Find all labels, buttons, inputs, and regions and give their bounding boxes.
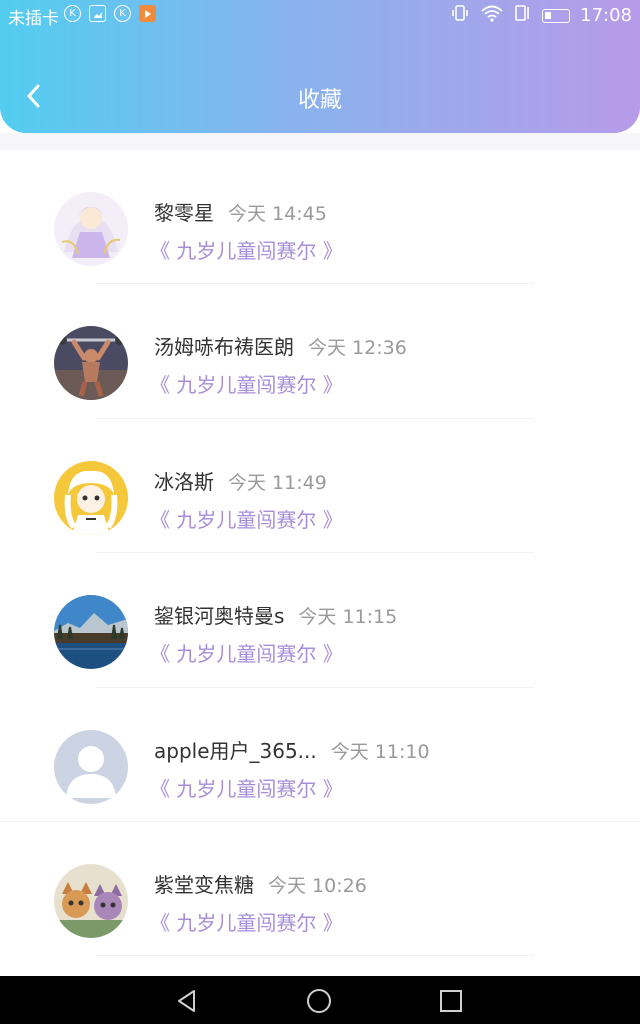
username: 鋆银河奥特曼s 今天 11:15 <box>154 600 397 629</box>
play-badge-icon <box>139 5 156 22</box>
username: 冰洛斯 今天 11:49 <box>154 466 327 495</box>
image-icon <box>89 5 106 22</box>
list-item[interactable]: 汤姆哧布祷医朗 今天 12:36 《 九岁儿童闯赛尔 》 <box>0 284 640 419</box>
favorited-title-link[interactable]: 《 九岁儿童闯赛尔 》 <box>150 638 343 667</box>
avatar[interactable] <box>54 595 128 670</box>
system-nav-bar <box>0 976 640 1024</box>
carrier-label: 未插卡 <box>8 9 59 29</box>
k-circle-icon: K <box>114 5 131 22</box>
username-text: 汤姆哧布祷医朗 <box>154 335 294 360</box>
avatar[interactable] <box>54 326 128 401</box>
username-text: 冰洛斯 <box>154 469 214 494</box>
list-item[interactable]: 鋆银河奥特曼s 今天 11:15 《 九岁儿童闯赛尔 》 <box>0 553 640 688</box>
nav-back-button[interactable] <box>170 984 204 1018</box>
username-text: 黎零星 <box>154 201 214 225</box>
username: 黎零星 今天 14:45 <box>154 197 327 226</box>
username: 汤姆哧布祷医朗 今天 12:36 <box>154 331 407 360</box>
timestamp: 今天 14:45 <box>228 203 327 225</box>
status-right-icons: 17:08 <box>450 3 632 28</box>
favorites-list: 黎零星 今天 14:45 《 九岁儿童闯赛尔 》 汤姆哧布祷医朗 今天 12:36 … <box>0 150 640 957</box>
recents-square-icon <box>440 990 462 1012</box>
username-text: apple用户_365... <box>154 738 317 763</box>
list-item[interactable]: 黎零星 今天 14:45 《 九岁儿童闯赛尔 》 <box>0 150 640 285</box>
nav-home-button[interactable] <box>302 984 336 1018</box>
username: 紫堂变焦糖 今天 10:26 <box>154 869 367 898</box>
favorited-title-link[interactable]: 《 九岁儿童闯赛尔 》 <box>150 907 343 936</box>
avatar[interactable] <box>54 460 128 535</box>
back-triangle-icon <box>178 990 195 1012</box>
data-transfer-icon <box>514 3 532 28</box>
list-item[interactable]: apple用户_365... 今天 11:10 《 九岁儿童闯赛尔 》 <box>0 688 640 822</box>
page-title: 收藏 <box>297 88 342 113</box>
vibrate-icon <box>450 3 470 28</box>
username: apple用户_365... 今天 11:10 <box>154 735 430 764</box>
divider <box>96 955 534 957</box>
home-circle-icon <box>307 989 331 1013</box>
status-time: 17:08 <box>580 5 632 26</box>
battery-icon <box>542 8 571 23</box>
header-bar: 未插卡 K K 17:08 收藏 <box>0 0 640 133</box>
wifi-icon <box>480 3 504 28</box>
list-item[interactable]: 冰洛斯 今天 11:49 《 九岁儿童闯赛尔 》 <box>0 419 640 554</box>
header-gap <box>0 133 640 150</box>
k-circle-icon: K <box>64 5 81 22</box>
status-left-icons: K K <box>64 5 156 22</box>
favorited-title-link[interactable]: 《 九岁儿童闯赛尔 》 <box>150 235 343 264</box>
favorited-title-link[interactable]: 《 九岁儿童闯赛尔 》 <box>150 504 343 533</box>
nav-recents-button[interactable] <box>434 984 468 1018</box>
list-item[interactable]: 紫堂变焦糖 今天 10:26 《 九岁儿童闯赛尔 》 <box>0 822 640 957</box>
timestamp: 今天 11:15 <box>298 606 398 629</box>
favorited-title-link[interactable]: 《 九岁儿童闯赛尔 》 <box>150 773 343 802</box>
username-text: 紫堂变焦糖 <box>154 872 254 897</box>
timestamp: 今天 11:49 <box>228 471 327 494</box>
timestamp: 今天 10:26 <box>268 874 367 897</box>
status-bar: 未插卡 K K 17:08 <box>0 0 640 30</box>
avatar[interactable] <box>54 192 128 266</box>
timestamp: 今天 12:36 <box>308 337 407 360</box>
avatar[interactable] <box>54 863 128 938</box>
avatar[interactable] <box>54 729 128 804</box>
favorited-title-link[interactable]: 《 九岁儿童闯赛尔 》 <box>150 369 343 398</box>
username-text: 鋆银河奥特曼s <box>154 604 285 629</box>
timestamp: 今天 11:10 <box>330 740 430 763</box>
